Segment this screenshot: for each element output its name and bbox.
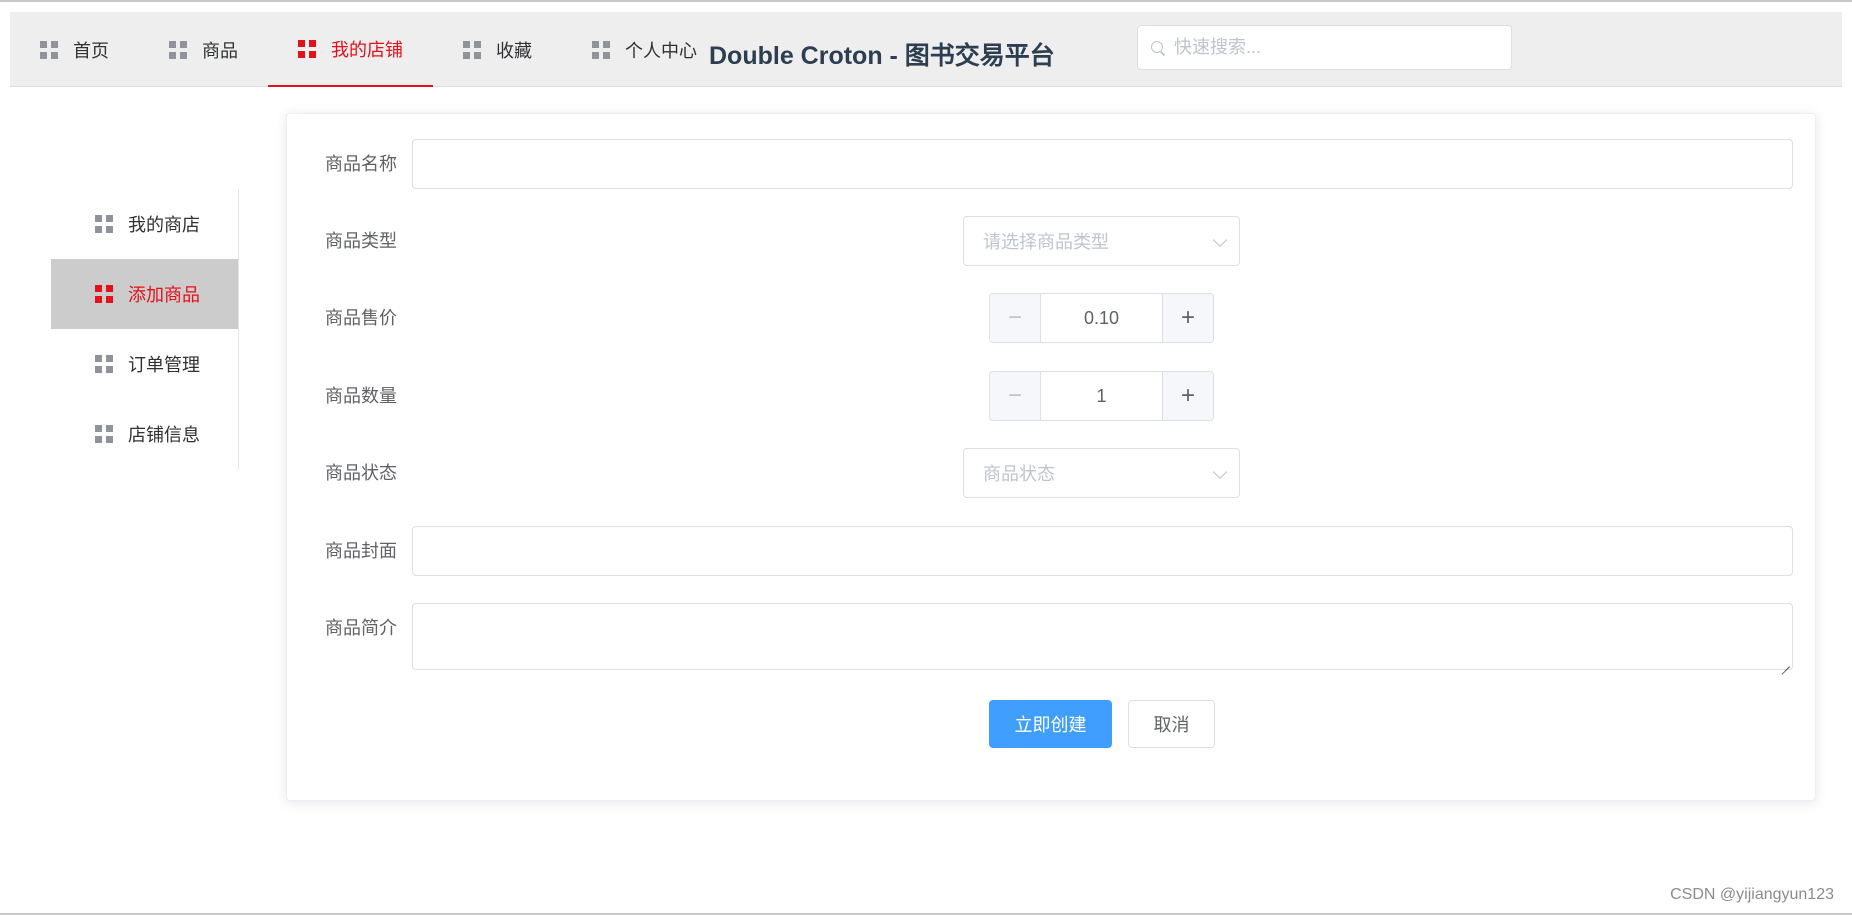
form-label: 商品简介 (325, 618, 397, 638)
sidebar-item-my-store[interactable]: 我的商店 (51, 189, 238, 259)
sidebar-item-label: 我的商店 (128, 215, 200, 235)
search-input[interactable] (1174, 37, 1494, 58)
nav-item-label: 商品 (202, 40, 238, 61)
product-cover-input[interactable] (412, 526, 1793, 576)
grid-icon (40, 40, 58, 59)
price-stepper[interactable]: − 0.10 + (989, 293, 1214, 343)
product-name-input[interactable] (412, 139, 1793, 189)
form-label: 商品售价 (325, 308, 397, 328)
grid-icon (95, 355, 113, 373)
watermark: CSDN @yijiangyun123 (1670, 886, 1834, 903)
sidebar-item-label: 订单管理 (128, 355, 200, 375)
product-status-select[interactable]: 商品状态 (963, 448, 1240, 498)
create-button[interactable]: 立即创建 (989, 700, 1112, 748)
form-label: 商品封面 (325, 541, 397, 561)
nav-item-label: 收藏 (496, 40, 532, 61)
nav-item-label: 我的店铺 (331, 39, 403, 60)
nav-item-my-shop[interactable]: 我的店铺 (268, 12, 433, 87)
sidebar-item-label: 添加商品 (128, 285, 200, 305)
nav-item-favorites[interactable]: 收藏 (433, 12, 562, 87)
form-label: 商品数量 (325, 386, 397, 406)
form-label: 商品类型 (325, 231, 397, 251)
sidebar-item-orders[interactable]: 订单管理 (51, 329, 238, 399)
add-product-form: 商品名称 商品类型 请选择商品类型 商品售价 − 0.10 + 商品数量 − 1… (286, 113, 1816, 801)
form-label: 商品名称 (325, 154, 397, 174)
decrement-button[interactable]: − (990, 294, 1041, 342)
top-border (0, 0, 1852, 2)
top-nav: 首页 商品 我的店铺 收藏 个人中心 (10, 12, 727, 87)
header-bar: 首页 商品 我的店铺 收藏 个人中心 Double Croton - 图书交易平… (10, 12, 1842, 87)
product-intro-textarea[interactable] (412, 603, 1793, 670)
sidebar: 我的商店 添加商品 订单管理 店铺信息 (51, 189, 239, 469)
nav-item-label: 首页 (73, 40, 109, 61)
nav-item-home[interactable]: 首页 (10, 12, 139, 87)
quantity-value[interactable]: 1 (1041, 372, 1162, 420)
price-value[interactable]: 0.10 (1041, 294, 1162, 342)
quantity-stepper[interactable]: − 1 + (989, 371, 1214, 421)
select-placeholder: 请选择商品类型 (983, 232, 1109, 252)
increment-button[interactable]: + (1162, 294, 1213, 342)
decrement-button[interactable]: − (990, 372, 1041, 420)
sidebar-item-label: 店铺信息 (128, 425, 200, 445)
chevron-down-icon (1212, 464, 1228, 480)
search-box[interactable] (1137, 25, 1512, 70)
select-placeholder: 商品状态 (983, 464, 1055, 484)
form-label: 商品状态 (325, 463, 397, 483)
nav-item-products[interactable]: 商品 (139, 12, 268, 87)
search-icon (1150, 40, 1166, 56)
nav-item-profile[interactable]: 个人中心 (562, 12, 727, 87)
grid-icon (298, 39, 316, 58)
grid-icon (95, 425, 113, 443)
increment-button[interactable]: + (1162, 372, 1213, 420)
sidebar-item-add-product[interactable]: 添加商品 (51, 259, 238, 329)
sidebar-item-shop-info[interactable]: 店铺信息 (51, 399, 238, 469)
grid-icon (95, 215, 113, 233)
cancel-button[interactable]: 取消 (1128, 700, 1215, 748)
product-type-select[interactable]: 请选择商品类型 (963, 216, 1240, 266)
chevron-down-icon (1212, 232, 1228, 248)
grid-icon (592, 40, 610, 59)
nav-item-label: 个人中心 (625, 40, 697, 61)
brand-title: Double Croton - 图书交易平台 (709, 42, 1055, 70)
resize-handle-icon[interactable] (1781, 658, 1790, 667)
grid-icon (95, 285, 113, 303)
grid-icon (169, 40, 187, 59)
page: 首页 商品 我的店铺 收藏 个人中心 Double Croton - 图书交易平… (0, 0, 1852, 915)
grid-icon (463, 40, 481, 59)
